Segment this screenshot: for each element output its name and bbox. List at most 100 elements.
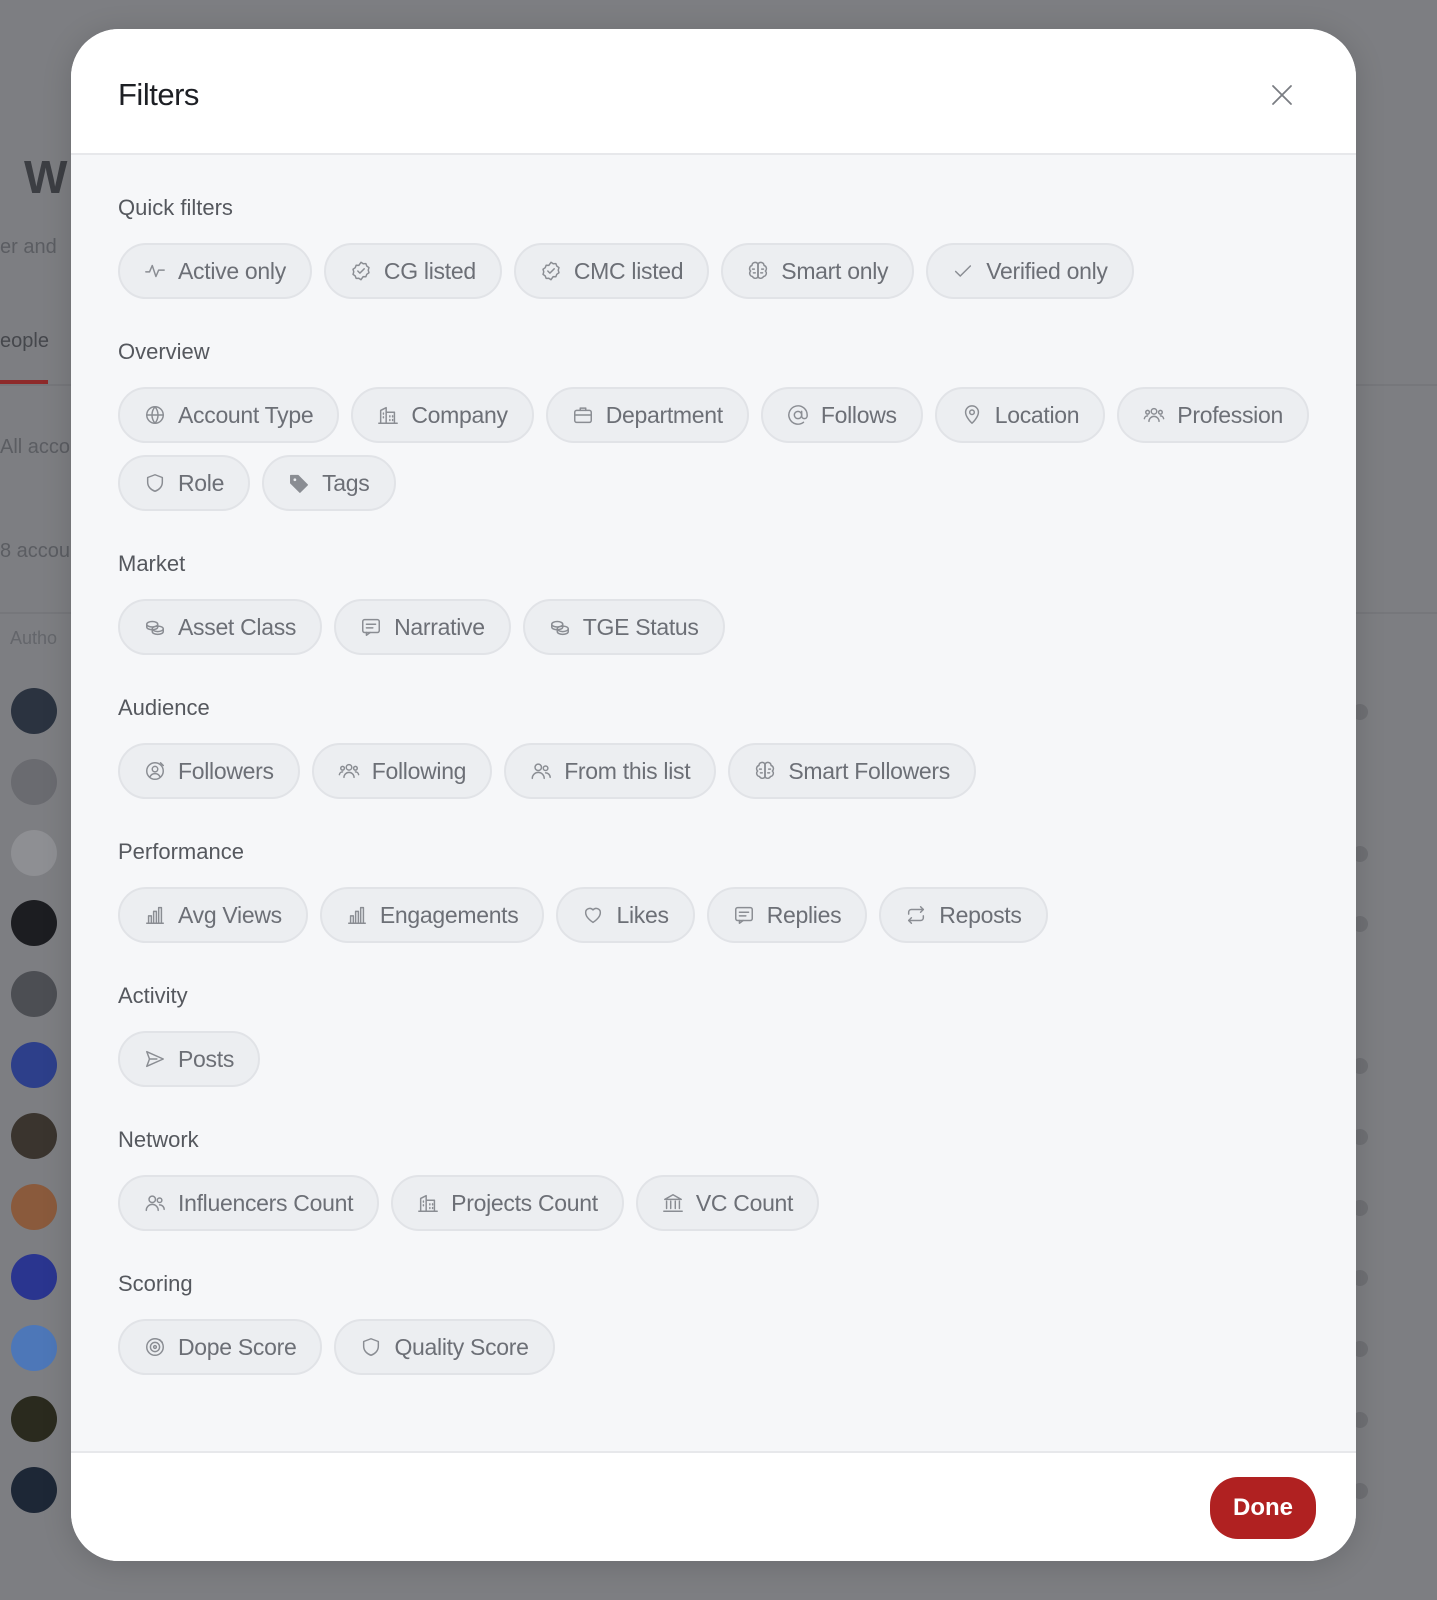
filter-chip-group: Account Type Company Department Follows Loca…	[118, 387, 1309, 511]
building-icon	[377, 404, 399, 426]
chip-label: Avg Views	[178, 901, 282, 928]
activity-icon	[144, 260, 166, 282]
filter-chip-reposts[interactable]: Reposts	[879, 887, 1048, 943]
filter-chip-avg-views[interactable]: Avg Views	[118, 887, 308, 943]
filter-chip-dope-score[interactable]: Dope Score	[118, 1319, 323, 1375]
filter-chip-asset-class[interactable]: Asset Class	[118, 599, 323, 655]
bar-chart-icon	[346, 904, 368, 926]
avatar	[11, 900, 57, 947]
filter-chip-tags[interactable]: Tags	[262, 455, 396, 511]
chip-label: Narrative	[394, 613, 485, 640]
filter-section: Audience Followers Following From this list…	[118, 695, 1309, 799]
filter-section: Performance Avg Views Engagements Likes Repl…	[118, 839, 1309, 943]
filter-chip-group: Active only CG listed CMC listed Smart only…	[118, 243, 1309, 299]
section-title: Quick filters	[118, 195, 233, 220]
filter-chip-quality-score[interactable]: Quality Score	[334, 1319, 555, 1375]
chip-label: Likes	[616, 901, 669, 928]
filter-chip-narrative[interactable]: Narrative	[334, 599, 511, 655]
filter-chip-following[interactable]: Following	[311, 743, 493, 799]
filter-section: Scoring Dope Score Quality Score	[118, 1271, 1309, 1375]
target-icon	[144, 1336, 166, 1358]
message-square-icon	[733, 904, 755, 926]
chip-label: Smart Followers	[788, 757, 950, 784]
filter-section: Activity Posts	[118, 983, 1309, 1087]
users-group-icon	[1143, 404, 1165, 426]
filter-chip-vc-count[interactable]: VC Count	[635, 1175, 820, 1231]
chip-label: CG listed	[383, 257, 476, 284]
filter-section: Network Influencers Count Projects Count VC…	[118, 1127, 1309, 1231]
filter-chip-role[interactable]: Role	[118, 455, 251, 511]
filter-chip-likes[interactable]: Likes	[556, 887, 695, 943]
section-title: Performance	[118, 839, 244, 864]
landmark-icon	[662, 1192, 684, 1214]
users-icon	[144, 1192, 166, 1214]
chip-label: Tags	[322, 469, 370, 496]
brain-icon	[747, 260, 769, 282]
chip-label: Followers	[178, 757, 274, 784]
avatar	[11, 1042, 57, 1088]
page-title: W	[24, 151, 68, 203]
filter-chip-from-this-list[interactable]: From this list	[504, 743, 717, 799]
chip-label: Projects Count	[451, 1189, 598, 1216]
shield-icon	[144, 472, 166, 494]
chip-label: Smart only	[781, 257, 889, 284]
filter-chip-profession[interactable]: Profession	[1117, 387, 1309, 443]
users-icon	[530, 760, 552, 782]
chip-label: Profession	[1177, 401, 1283, 428]
filter-chip-location[interactable]: Location	[934, 387, 1106, 443]
check-icon	[952, 260, 974, 282]
tag-icon	[288, 472, 310, 494]
filter-chip-active-only[interactable]: Active only	[118, 243, 312, 299]
chip-label: CMC listed	[573, 257, 684, 284]
filter-chip-company[interactable]: Company	[351, 387, 534, 443]
briefcase-icon	[572, 404, 594, 426]
chip-label: Reposts	[939, 901, 1022, 928]
filter-chip-tge-status[interactable]: TGE Status	[522, 599, 725, 655]
filter-chip-group: Influencers Count Projects Count VC Count	[118, 1175, 1309, 1231]
badge-check-icon	[350, 260, 372, 282]
filter-chip-cg-listed[interactable]: CG listed	[323, 243, 502, 299]
filter-chip-replies[interactable]: Replies	[706, 887, 868, 943]
filter-section: Market Asset Class Narrative TGE Status	[118, 551, 1309, 655]
section-title: Audience	[118, 695, 210, 720]
chip-label: Department	[605, 401, 723, 428]
filter-chip-group: Dope Score Quality Score	[118, 1319, 1309, 1375]
account-filter-dropdown: All acco	[0, 436, 71, 458]
avatar	[11, 1183, 57, 1230]
filter-chip-cmc-listed[interactable]: CMC listed	[513, 243, 710, 299]
filter-chip-posts[interactable]: Posts	[118, 1031, 261, 1087]
section-title: Network	[118, 1127, 199, 1152]
brain-icon	[754, 760, 776, 782]
filter-chip-group: Posts	[118, 1031, 1309, 1087]
chip-label: Company	[411, 401, 508, 428]
chip-label: VC Count	[695, 1189, 794, 1216]
done-button[interactable]: Done	[1210, 1477, 1316, 1539]
filter-chip-follows[interactable]: Follows	[760, 387, 923, 443]
chip-label: Dope Score	[178, 1333, 297, 1360]
section-title: Overview	[118, 339, 210, 364]
chip-label: Posts	[178, 1045, 235, 1072]
chip-label: Follows	[820, 401, 897, 428]
column-header-author: Autho	[10, 628, 58, 648]
filter-chip-group: Asset Class Narrative TGE Status	[118, 599, 1309, 655]
modal-footer: Done	[71, 1451, 1356, 1561]
chip-label: Role	[178, 469, 225, 496]
filter-chip-account-type[interactable]: Account Type	[118, 387, 340, 443]
message-square-icon	[360, 616, 382, 638]
close-button[interactable]	[1268, 81, 1296, 109]
chip-label: Replies	[766, 901, 842, 928]
filters-modal: Filters Quick filters Active only CG liste…	[71, 29, 1356, 1561]
globe-icon	[144, 404, 166, 426]
filter-chip-verified-only[interactable]: Verified only	[926, 243, 1134, 299]
avatar	[11, 1325, 57, 1372]
filter-chip-followers[interactable]: Followers	[118, 743, 300, 799]
heart-icon	[582, 904, 604, 926]
coins-icon	[549, 616, 571, 638]
filter-chip-influencers-count[interactable]: Influencers Count	[118, 1175, 380, 1231]
filter-chip-department[interactable]: Department	[545, 387, 749, 443]
filter-chip-engagements[interactable]: Engagements	[319, 887, 545, 943]
filter-chip-projects-count[interactable]: Projects Count	[391, 1175, 624, 1231]
filter-chip-smart-followers[interactable]: Smart Followers	[728, 743, 976, 799]
badge-check-icon	[540, 260, 562, 282]
filter-chip-smart-only[interactable]: Smart only	[721, 243, 915, 299]
